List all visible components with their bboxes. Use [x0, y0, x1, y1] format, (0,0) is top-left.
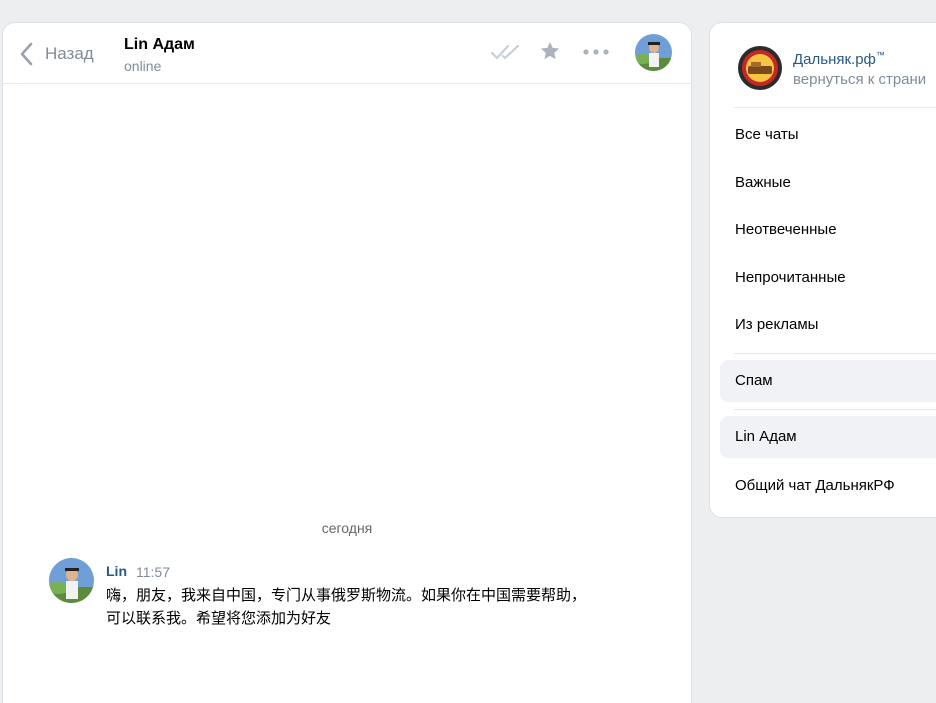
- group-back-link[interactable]: вернуться к страни: [793, 71, 926, 88]
- peer-status: online: [124, 58, 162, 74]
- side-item-group-chat[interactable]: Общий чат ДальнякРФ: [720, 465, 936, 507]
- group-name-text: Дальняк.рф: [793, 51, 876, 68]
- chat-header: Назад Lin Адам online: [3, 23, 691, 84]
- side-divider: [734, 107, 936, 108]
- message-avatar[interactable]: [49, 558, 94, 603]
- side-item-spam[interactable]: Спам: [720, 360, 936, 402]
- message-author[interactable]: Lin: [106, 563, 127, 579]
- side-panel: Дальняк.рф™ вернуться к страни Все чаты …: [710, 23, 936, 517]
- side-item-unread[interactable]: Непрочитанные: [720, 257, 936, 299]
- peer-name[interactable]: Lin Адам: [124, 36, 195, 54]
- side-divider: [734, 409, 936, 410]
- back-label: Назад: [45, 44, 94, 63]
- peer-avatar[interactable]: [635, 34, 672, 71]
- side-item-unanswered[interactable]: Неотвеченные: [720, 209, 936, 251]
- side-divider: [734, 353, 936, 354]
- side-item-ads[interactable]: Из рекламы: [720, 304, 936, 346]
- side-item-conversation[interactable]: Lin Адам: [720, 416, 936, 458]
- chevron-left-icon: [20, 42, 33, 66]
- side-item-important[interactable]: Важные: [720, 162, 936, 204]
- double-check-icon[interactable]: [490, 44, 524, 60]
- date-separator: сегодня: [321, 520, 373, 536]
- group-name[interactable]: Дальняк.рф™: [793, 50, 885, 68]
- message-text: 嗨，朋友，我来自中国，专门从事俄罗斯物流。如果你在中国需要帮助，可以联系我。希望…: [106, 587, 587, 627]
- message-time: 11:57: [136, 564, 170, 580]
- more-icon[interactable]: [583, 49, 609, 55]
- back-button[interactable]: Назад: [19, 41, 94, 67]
- side-item-all[interactable]: Все чаты: [720, 114, 936, 156]
- chat-panel: Назад Lin Адам online сегодня Lin 11:57 …: [3, 23, 691, 703]
- group-logo[interactable]: [737, 45, 783, 91]
- star-icon[interactable]: [539, 40, 561, 62]
- trademark-mark: ™: [875, 50, 885, 60]
